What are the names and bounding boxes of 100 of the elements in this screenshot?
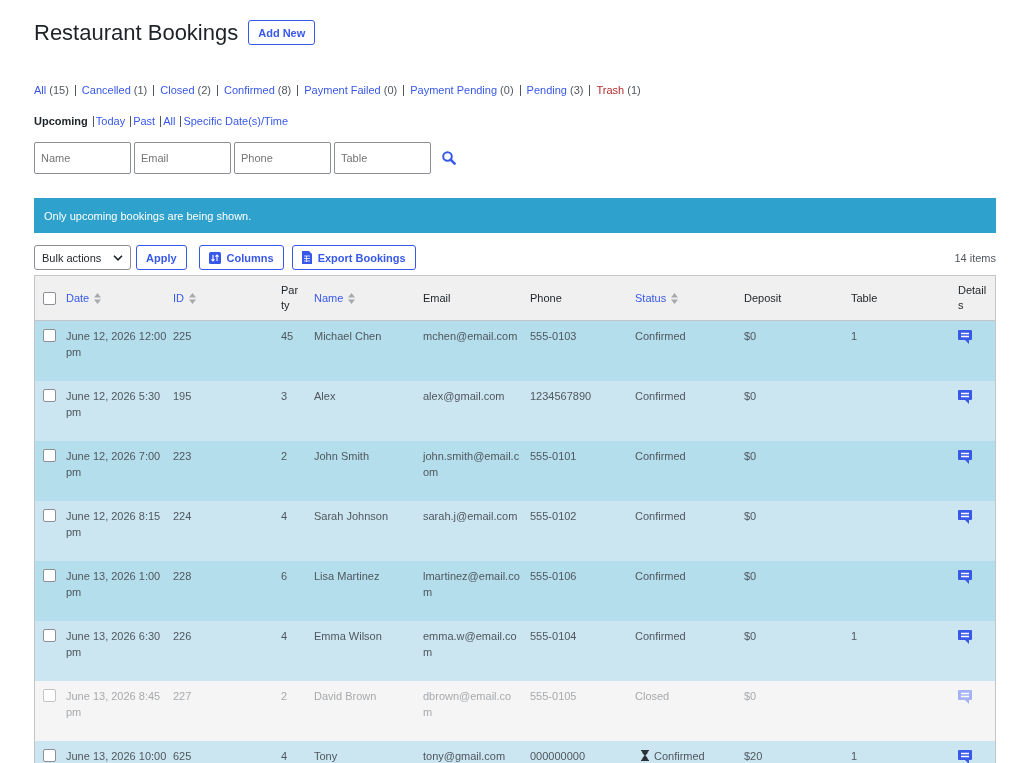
booking-status: Confirmed xyxy=(635,569,686,584)
booking-date: June 12, 2026 8:15 pm xyxy=(66,510,161,538)
table-number: 1 xyxy=(851,750,858,762)
status-filter-link[interactable]: Pending (3) xyxy=(526,82,584,98)
comment-icon[interactable] xyxy=(958,450,972,464)
page-title: Restaurant Bookings xyxy=(34,20,239,45)
booking-status: Closed xyxy=(635,689,670,704)
deposit-amount: $20 xyxy=(744,750,763,762)
sort-icon xyxy=(94,292,102,304)
booking-status: Confirmed xyxy=(635,449,686,464)
add-new-button[interactable]: Add New xyxy=(248,20,316,45)
guest-phone: 555-0106 xyxy=(530,570,577,582)
columns-button[interactable]: Columns xyxy=(198,245,284,270)
export-bookings-button[interactable]: Export Bookings xyxy=(291,245,416,270)
deposit-amount: $0 xyxy=(744,570,757,582)
date-filter-link[interactable]: Specific Date(s)/Time xyxy=(183,113,289,129)
guest-name: Sarah Johnson xyxy=(314,510,388,522)
row-checkbox[interactable] xyxy=(43,569,56,582)
bulk-actions-dropdown[interactable]: Bulk actions xyxy=(34,245,131,270)
booking-date: June 12, 2026 12:00 pm xyxy=(66,330,167,358)
guest-email: lmartinez@email.com xyxy=(423,570,520,598)
guest-phone: 000000000 xyxy=(530,750,586,762)
row-checkbox[interactable] xyxy=(43,329,56,342)
booking-date: June 12, 2026 5:30 pm xyxy=(66,390,161,418)
comment-icon[interactable] xyxy=(958,390,972,404)
row-checkbox[interactable] xyxy=(43,689,56,702)
status-filter-link[interactable]: Payment Failed (0) xyxy=(304,82,398,98)
column-header: Table xyxy=(851,291,878,304)
booking-id: 195 xyxy=(173,390,192,402)
search-field[interactable]: Name xyxy=(34,142,131,174)
booking-date: June 13, 2026 10:00 xyxy=(66,750,167,762)
booking-id: 228 xyxy=(173,570,192,582)
row-checkbox[interactable] xyxy=(43,749,56,762)
column-sort-link[interactable]: ID xyxy=(173,290,196,306)
booking-id: 227 xyxy=(173,690,192,702)
column-sort-link[interactable]: Status xyxy=(635,290,679,306)
booking-status: Confirmed xyxy=(635,329,686,344)
spreadsheet-icon xyxy=(301,251,312,264)
search-field[interactable]: Email xyxy=(134,142,231,174)
date-filter-link[interactable]: Upcoming xyxy=(34,113,88,129)
column-header: Details xyxy=(958,284,987,311)
booking-id: 226 xyxy=(173,630,192,642)
deposit-amount: $0 xyxy=(744,450,757,462)
guest-phone: 555-0101 xyxy=(530,450,577,462)
search-field[interactable]: Table xyxy=(334,142,431,174)
column-header: Email xyxy=(423,291,451,304)
guest-email: tony@gmail.com xyxy=(423,750,506,762)
status-filter-link[interactable]: Cancelled (1) xyxy=(81,82,148,98)
booking-date: June 12, 2026 7:00 pm xyxy=(66,450,161,478)
row-checkbox[interactable] xyxy=(43,449,56,462)
booking-status: Confirmed xyxy=(635,389,686,404)
row-checkbox[interactable] xyxy=(43,389,56,402)
row-checkbox[interactable] xyxy=(43,629,56,642)
comment-icon[interactable] xyxy=(958,570,972,584)
guest-phone: 555-0104 xyxy=(530,630,577,642)
item-count: 14 items xyxy=(954,251,996,264)
guest-phone: 1234567890 xyxy=(530,390,592,402)
party-size: 45 xyxy=(281,330,294,342)
sort-icon xyxy=(671,292,679,304)
guest-name: John Smith xyxy=(314,450,370,462)
party-size: 4 xyxy=(281,630,288,642)
row-checkbox[interactable] xyxy=(43,509,56,522)
date-filter-link[interactable]: Today xyxy=(95,113,126,129)
deposit-amount: $0 xyxy=(744,510,757,522)
status-filter-link[interactable]: Payment Pending (0) xyxy=(410,82,514,98)
guest-name: Alex xyxy=(314,390,336,402)
arrows-square-icon xyxy=(208,251,221,264)
sort-icon xyxy=(189,292,196,304)
guest-phone: 555-0102 xyxy=(530,510,577,522)
booking-id: 223 xyxy=(173,450,192,462)
comment-icon[interactable] xyxy=(958,330,972,344)
status-filter-link[interactable]: Trash (1) xyxy=(596,82,641,98)
column-sort-link[interactable]: Date xyxy=(66,290,102,306)
booking-date: June 13, 2026 8:45 pm xyxy=(66,690,161,718)
comment-icon[interactable] xyxy=(958,750,972,763)
table-number: 1 xyxy=(851,330,858,342)
column-sort-link[interactable]: Name xyxy=(314,290,356,306)
search-field[interactable]: Phone xyxy=(234,142,331,174)
status-filter-link[interactable]: Closed (2) xyxy=(160,82,212,98)
comment-icon[interactable] xyxy=(958,510,972,524)
select-all-checkbox[interactable] xyxy=(43,291,56,305)
apply-button[interactable]: Apply xyxy=(136,245,187,270)
booking-date: June 13, 2026 6:30 pm xyxy=(66,630,161,658)
deposit-amount: $0 xyxy=(744,630,757,642)
booking-status: Confirmed xyxy=(654,749,705,763)
comment-icon[interactable] xyxy=(958,630,972,644)
status-filter-link[interactable]: Confirmed (8) xyxy=(224,82,292,98)
search-icon[interactable] xyxy=(442,151,456,165)
column-header: Party xyxy=(281,284,299,311)
sort-icon xyxy=(348,292,356,304)
booking-status: Confirmed xyxy=(635,509,686,524)
guest-email: mchen@email.com xyxy=(423,330,518,342)
guest-name: Michael Chen xyxy=(314,330,382,342)
status-filter-link[interactable]: All (15) xyxy=(34,82,69,98)
guest-phone: 555-0103 xyxy=(530,330,577,342)
party-size: 2 xyxy=(281,450,288,462)
deposit-amount: $0 xyxy=(744,690,757,702)
guest-email: dbrown@email.com xyxy=(423,690,512,718)
date-filter-link[interactable]: All xyxy=(163,113,176,129)
date-filter-link[interactable]: Past xyxy=(133,113,156,129)
